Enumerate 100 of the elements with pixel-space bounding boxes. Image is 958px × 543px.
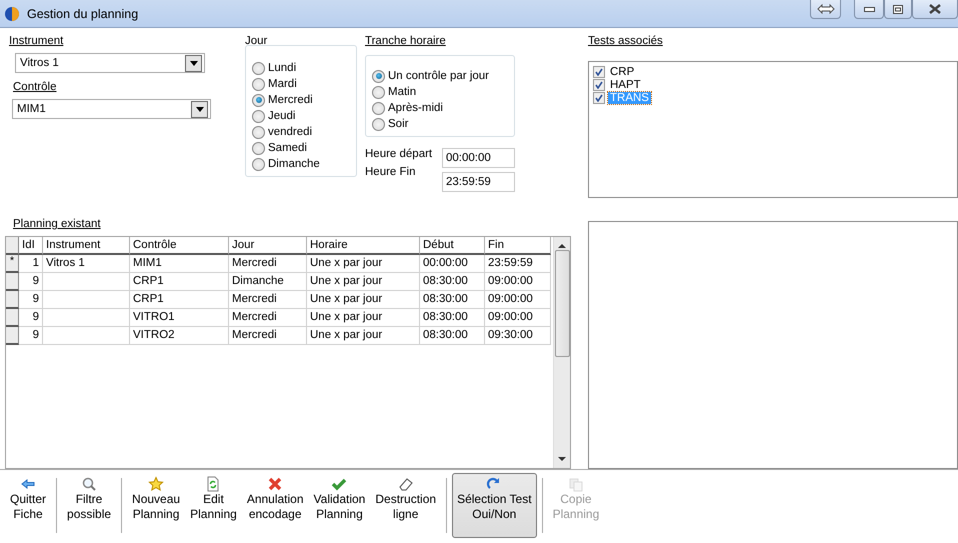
table-cell: 09:00:00 xyxy=(485,273,551,291)
time-slot-radio[interactable]: Après-midi xyxy=(372,100,514,116)
caret-icon xyxy=(190,60,198,66)
table-cell: Dimanche xyxy=(229,273,307,291)
table-cell: 08:30:00 xyxy=(420,291,485,309)
table-cell: MIM1 xyxy=(130,255,229,273)
table-cell: Une x par jour xyxy=(307,327,420,345)
column-header[interactable]: IdI xyxy=(19,237,43,255)
day-radio[interactable]: vendredi xyxy=(252,124,356,140)
minimize-button[interactable] xyxy=(854,0,884,19)
table-cell: Mercredi xyxy=(229,291,307,309)
day-radio[interactable]: Jeudi xyxy=(252,108,356,124)
table-cell: 08:30:00 xyxy=(420,273,485,291)
row-marker[interactable] xyxy=(6,309,19,327)
toolbar-button[interactable]: Filtre possible xyxy=(62,473,116,538)
table-cell: 23:59:59 xyxy=(485,255,551,273)
section-label: Tests associés xyxy=(588,35,663,47)
row-marker[interactable] xyxy=(6,273,19,291)
minimize-icon xyxy=(864,6,874,12)
close-icon xyxy=(929,4,941,14)
copy-icon xyxy=(568,476,584,492)
window-title: Gestion du planning xyxy=(27,6,140,20)
day-radio[interactable]: Samedi xyxy=(252,140,356,156)
table-cell: Mercredi xyxy=(229,255,307,273)
maximize-icon xyxy=(893,4,903,14)
table-cell: VITRO1 xyxy=(130,309,229,327)
table-cell: 08:30:00 xyxy=(420,327,485,345)
table-cell: Vitros 1 xyxy=(43,255,130,273)
scroll-down-icon xyxy=(558,457,566,462)
table-cell: 9 xyxy=(19,291,43,309)
table-cell: 08:30:00 xyxy=(420,309,485,327)
checkbox[interactable] xyxy=(593,92,605,104)
table-cell: CRP1 xyxy=(130,291,229,309)
section-label: Planning existant xyxy=(13,218,101,230)
table-cell: Une x par jour xyxy=(307,309,420,327)
toolbar-button[interactable]: Sélection Test Oui/Non xyxy=(452,473,537,538)
checkmark-icon xyxy=(331,476,348,492)
field-label: Heure départ xyxy=(365,148,432,160)
row-marker[interactable]: * xyxy=(6,255,19,273)
field-label: Contrôle xyxy=(13,81,56,93)
toolbar-button[interactable]: Quitter Fiche xyxy=(5,473,52,538)
search-icon xyxy=(81,476,98,492)
table-cell: 00:00:00 xyxy=(420,255,485,273)
toolbar-button[interactable]: Edit Planning xyxy=(185,473,242,538)
group-label: Jour xyxy=(245,35,268,47)
close-button[interactable] xyxy=(912,0,958,19)
column-header[interactable]: Instrument xyxy=(43,237,130,255)
table-cell: 9 xyxy=(19,309,43,327)
toolbar-button[interactable]: Validation Planning xyxy=(308,473,370,538)
arrow-left-icon xyxy=(20,476,36,492)
end-time-field[interactable]: 23:59:59 xyxy=(442,172,515,192)
column-header[interactable]: Contrôle xyxy=(130,237,229,255)
day-radio[interactable]: Lundi xyxy=(252,60,356,76)
control-dropdown[interactable]: MIM1 xyxy=(12,99,211,119)
double-arrow-icon xyxy=(816,4,834,14)
scrollbar[interactable] xyxy=(553,237,570,468)
day-radio[interactable]: Mardi xyxy=(252,76,356,92)
row-marker[interactable] xyxy=(6,291,19,309)
table-cell: Une x par jour xyxy=(307,273,420,291)
app-icon xyxy=(4,6,20,22)
table-cell: 09:00:00 xyxy=(485,309,551,327)
instrument-dropdown[interactable]: Vitros 1 xyxy=(15,53,205,73)
row-marker[interactable] xyxy=(6,327,19,345)
checkbox[interactable] xyxy=(593,78,605,90)
table-cell: 1 xyxy=(19,255,43,273)
test-item[interactable]: CRP xyxy=(608,66,636,78)
time-slot-radio[interactable]: Soir xyxy=(372,116,514,132)
field-label: Heure Fin xyxy=(365,166,416,178)
caret-icon xyxy=(196,106,204,112)
time-slot-radio[interactable]: Un contrôle par jour xyxy=(372,68,514,84)
column-header[interactable]: Début xyxy=(420,237,485,255)
test-item[interactable]: HAPT xyxy=(608,78,643,90)
day-radio[interactable]: Dimanche xyxy=(252,156,356,172)
start-time-field[interactable]: 00:00:00 xyxy=(442,148,515,168)
table-cell: Une x par jour xyxy=(307,291,420,309)
toolbar-button[interactable]: Destruction ligne xyxy=(370,473,442,538)
column-header[interactable]: Jour xyxy=(229,237,307,255)
table-cell: 9 xyxy=(19,327,43,345)
checkbox[interactable] xyxy=(593,66,605,78)
toolbar-button[interactable]: Annulation encodage xyxy=(242,473,309,538)
column-header[interactable]: Horaire xyxy=(307,237,420,255)
time-slot-radio[interactable]: Matin xyxy=(372,84,514,100)
resize-button[interactable] xyxy=(810,0,841,19)
column-header[interactable]: Fin xyxy=(485,237,551,255)
day-radio[interactable]: Mercredi xyxy=(252,92,356,108)
grid-corner xyxy=(6,237,19,255)
scroll-up-icon xyxy=(558,243,566,248)
table-cell: 9 xyxy=(19,273,43,291)
eraser-icon xyxy=(398,476,414,492)
table-cell: Mercredi xyxy=(229,309,307,327)
star-icon xyxy=(148,476,164,492)
group-label: Tranche horaire xyxy=(365,35,446,47)
field-label: Instrument xyxy=(9,35,64,47)
maximize-button[interactable] xyxy=(884,0,912,19)
table-cell: VITRO2 xyxy=(130,327,229,345)
table-cell: Mercredi xyxy=(229,327,307,345)
document-refresh-icon xyxy=(205,476,222,492)
table-cell: CRP1 xyxy=(130,273,229,291)
toolbar-button[interactable]: Nouveau Planning xyxy=(127,473,186,538)
cross-icon xyxy=(267,476,284,492)
